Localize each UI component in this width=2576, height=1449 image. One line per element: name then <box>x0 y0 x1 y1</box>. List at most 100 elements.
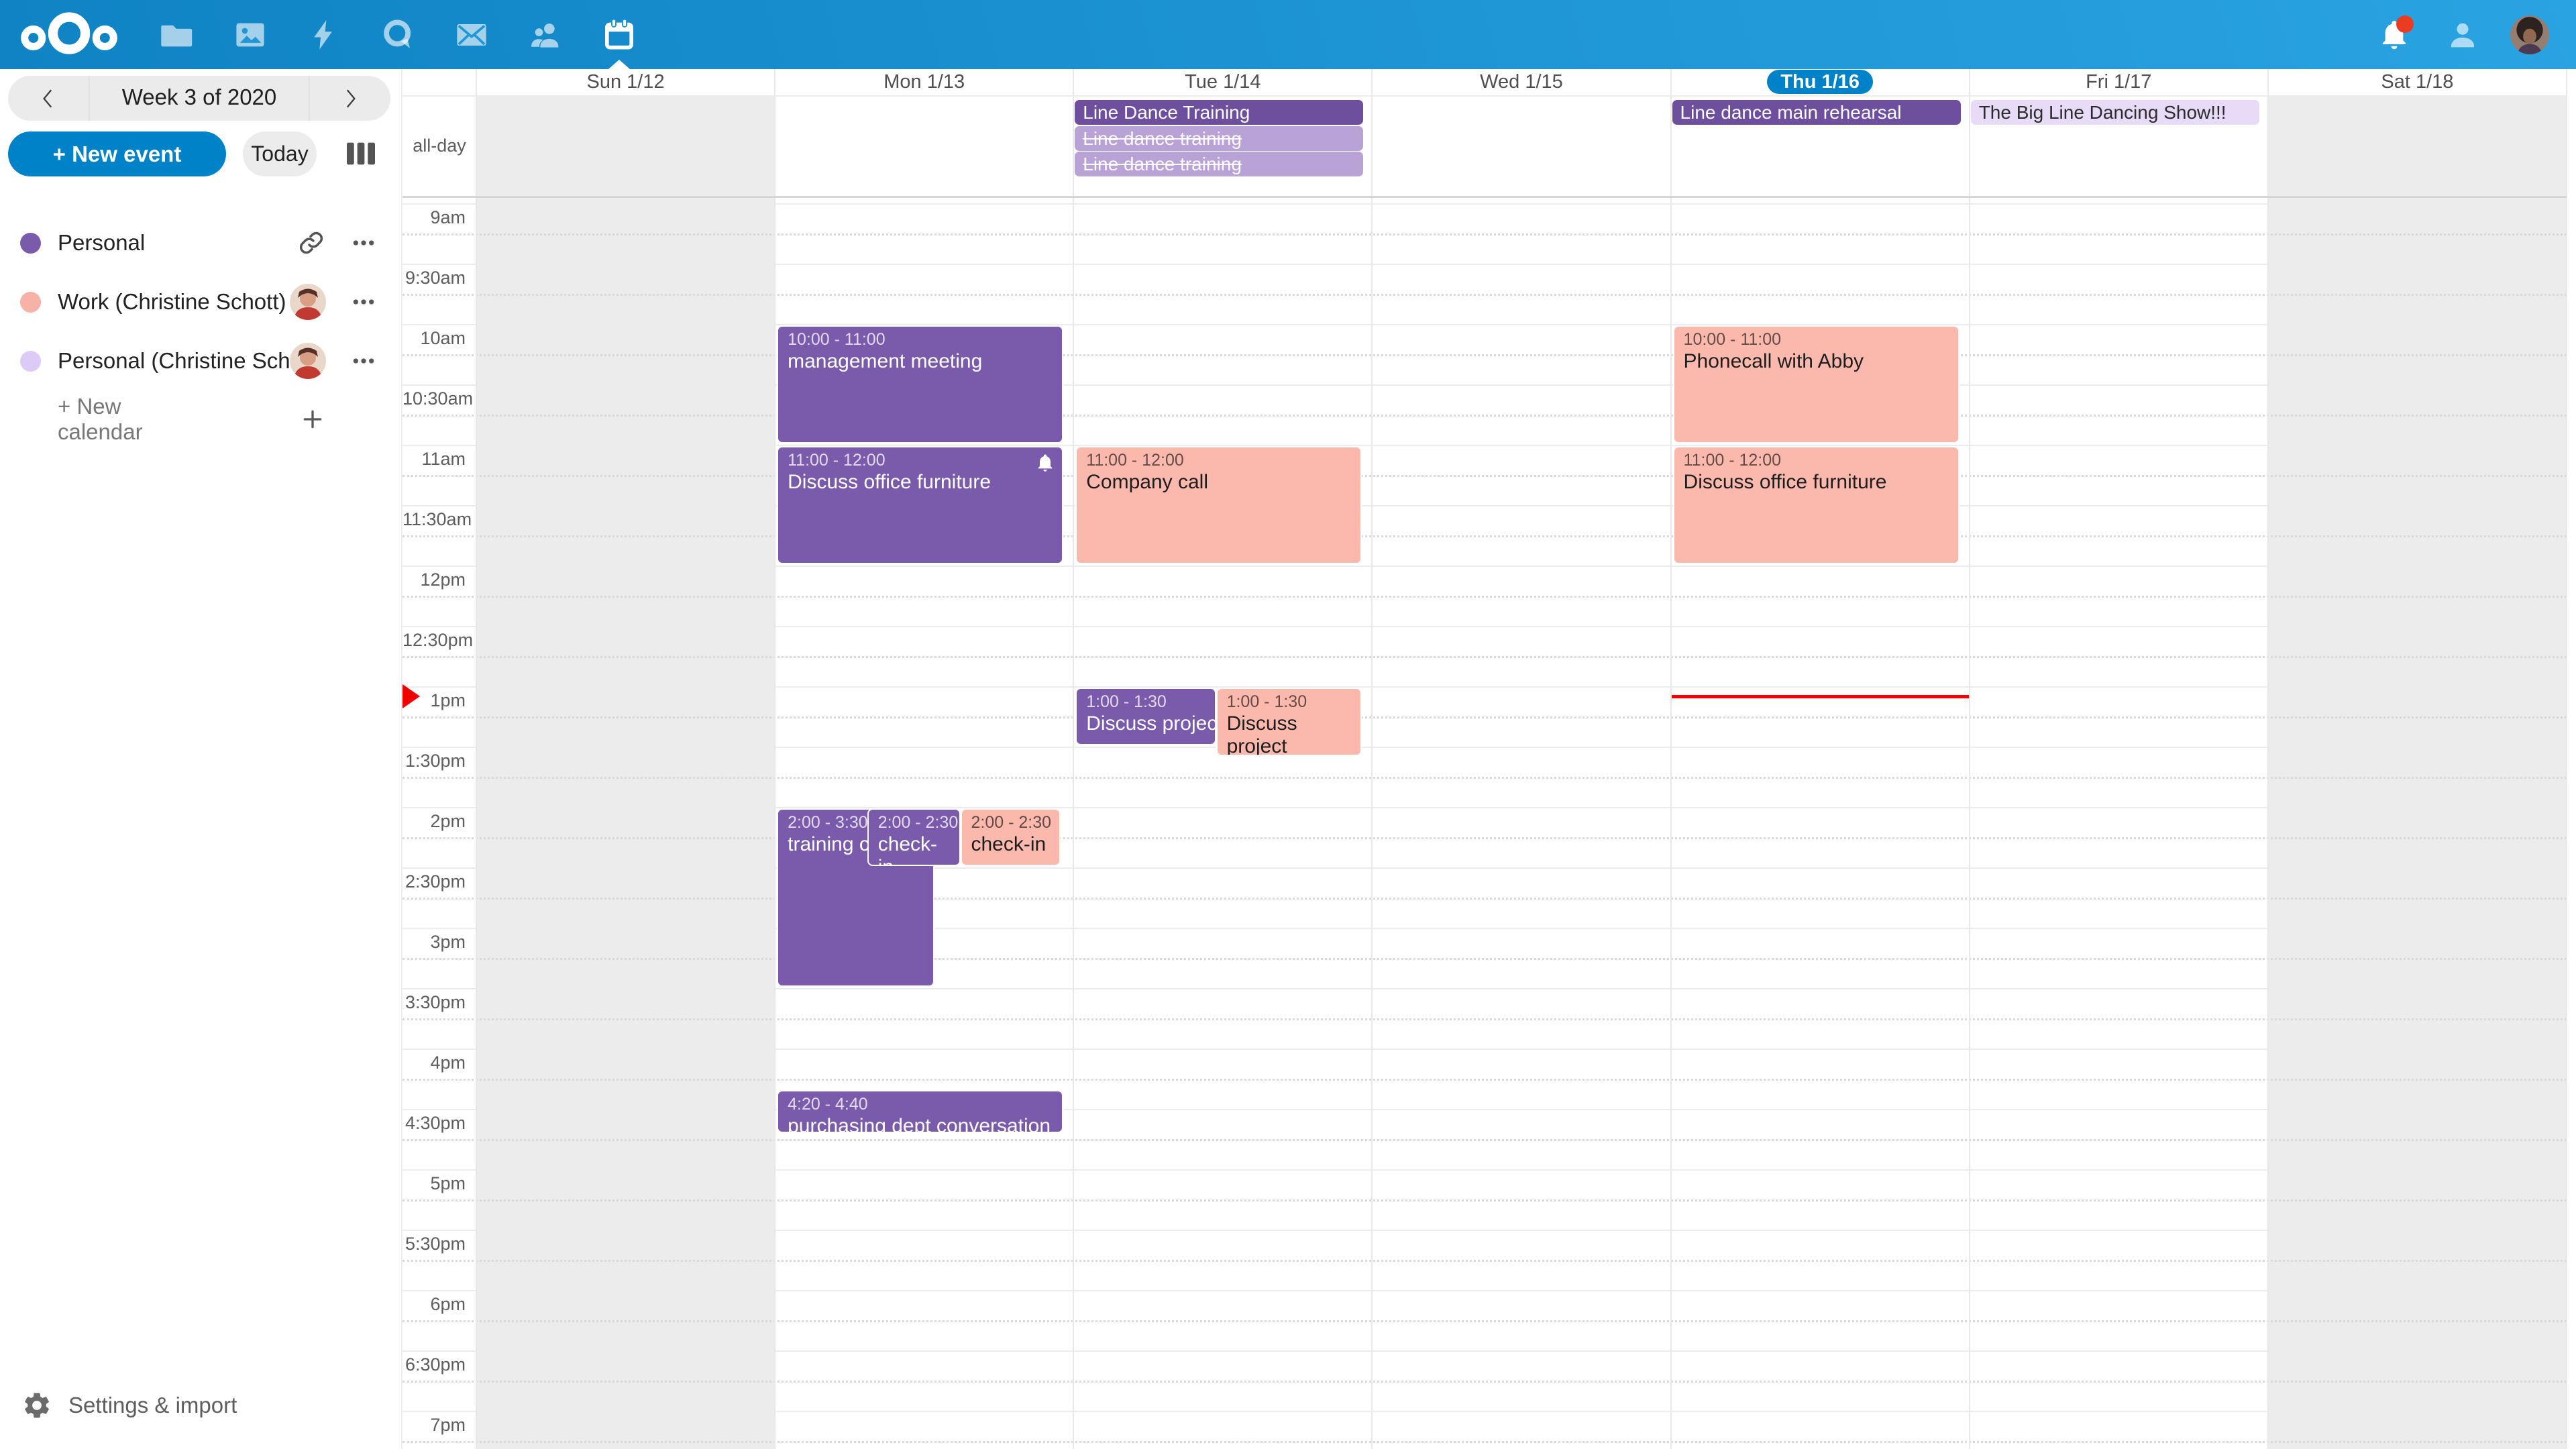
allday-border <box>402 196 2567 198</box>
sidebar: Week 3 of 2020 + New event Today Persona… <box>0 69 402 1449</box>
event[interactable]: 1:00 - 1:30Discuss project announcement <box>1216 688 1362 756</box>
calendar-item-0[interactable]: Personal <box>0 213 402 272</box>
notifications-bell-icon[interactable] <box>2373 14 2415 56</box>
hour-line <box>402 324 2567 325</box>
previous-week-button[interactable] <box>8 76 89 121</box>
calendar-item-2[interactable]: Personal (Christine Scho… <box>0 331 402 390</box>
nav-app-calendar-icon[interactable] <box>582 0 656 69</box>
hour-line <box>402 1049 2567 1050</box>
contacts-menu-icon[interactable] <box>2442 14 2483 56</box>
day-header-mon: Mon 1/13 <box>775 69 1073 95</box>
column-border <box>476 69 477 1449</box>
half-hour-line <box>402 1018 2567 1020</box>
hour-line <box>402 1230 2567 1231</box>
calendar-name: Personal (Christine Scho… <box>58 348 290 374</box>
time-label: 5:30pm <box>402 1234 466 1254</box>
allday-label: all-day <box>402 95 476 196</box>
calendar-color-dot <box>20 292 41 313</box>
new-event-button[interactable]: + New event <box>8 131 226 176</box>
week-navigation: Week 3 of 2020 <box>8 76 390 121</box>
event-time: 2:00 - 2:30 <box>878 812 950 833</box>
half-hour-line <box>402 1320 2567 1322</box>
share-link-icon[interactable] <box>297 228 326 258</box>
more-menu-icon[interactable] <box>349 287 378 317</box>
event-title: Discuss project announcement <box>1227 712 1352 756</box>
hour-line <box>402 686 2567 688</box>
allday-event[interactable]: Line dance training <box>1075 126 1363 151</box>
column-border <box>774 69 775 1449</box>
half-hour-line <box>402 475 2567 477</box>
active-app-caret <box>608 60 630 69</box>
app-menu <box>140 0 656 69</box>
event[interactable]: 2:00 - 2:30check-in <box>961 808 1061 866</box>
next-week-button[interactable] <box>310 76 390 121</box>
time-label: 6pm <box>402 1294 466 1315</box>
event[interactable]: 10:00 - 11:00Phonecall with Abby <box>1673 325 1960 443</box>
column-border <box>1371 69 1373 1449</box>
calendar-item-1[interactable]: Work (Christine Schott) <box>0 272 402 331</box>
more-menu-icon[interactable] <box>349 228 378 258</box>
new-calendar-label: + New calendar <box>58 394 189 445</box>
today-button[interactable]: Today <box>243 131 317 176</box>
calendar-item-actions <box>290 343 378 379</box>
half-hour-line <box>402 596 2567 598</box>
half-hour-line <box>402 294 2567 296</box>
allday-event[interactable]: Line dance main rehearsal <box>1672 100 1961 125</box>
allday-event[interactable]: The Big Line Dancing Show!!! <box>1971 100 2259 125</box>
hour-line <box>402 747 2567 748</box>
allday-event[interactable]: Line dance training <box>1075 152 1363 176</box>
new-calendar-button[interactable]: + New calendar <box>0 390 402 449</box>
settings-import-button[interactable]: Settings & import <box>0 1382 402 1429</box>
time-label: 12:30pm <box>402 630 466 651</box>
time-label: 4:30pm <box>402 1113 466 1134</box>
calendar-name: Personal <box>58 230 297 256</box>
nav-app-mail-icon[interactable] <box>435 0 508 69</box>
view-switcher-button[interactable] <box>333 134 389 174</box>
more-menu-icon[interactable] <box>349 346 378 376</box>
half-hour-line <box>402 1139 2567 1141</box>
nextcloud-logo-icon[interactable] <box>19 11 119 58</box>
event[interactable]: 11:00 - 12:00Discuss office furniture <box>1673 446 1960 564</box>
event-title: check-in <box>971 833 1050 856</box>
day-header-sat: Sat 1/18 <box>2268 69 2567 95</box>
time-label: 10am <box>402 328 466 349</box>
user-avatar[interactable] <box>2510 15 2549 54</box>
half-hour-line <box>402 415 2567 417</box>
current-time-line <box>1671 695 1970 698</box>
calendar-item-actions <box>290 284 378 320</box>
event-title: Discuss project announcement <box>1086 712 1205 735</box>
event[interactable]: 11:00 - 12:00Discuss office furniture <box>777 446 1063 564</box>
nav-app-talk-icon[interactable] <box>361 0 435 69</box>
day-header-fri: Fri 1/17 <box>1970 69 2268 95</box>
event[interactable]: 11:00 - 12:00Company call <box>1075 446 1362 564</box>
event-time: 11:00 - 12:00 <box>1684 450 1949 471</box>
current-time-arrow <box>402 684 420 708</box>
hour-line <box>402 445 2567 446</box>
half-hour-line <box>402 777 2567 779</box>
time-label: 4pm <box>402 1053 466 1073</box>
time-label: 3:30pm <box>402 992 466 1013</box>
time-label: 9:30am <box>402 268 466 288</box>
hour-line <box>402 1350 2567 1352</box>
event-time: 11:00 - 12:00 <box>1086 450 1351 471</box>
event[interactable]: 2:00 - 2:30check-in <box>867 808 961 866</box>
hour-line <box>402 566 2567 567</box>
header-border <box>402 95 2567 97</box>
nav-app-contacts-icon[interactable] <box>508 0 582 69</box>
allday-event[interactable]: Line Dance Training <box>1075 100 1363 125</box>
nav-app-activity-icon[interactable] <box>287 0 361 69</box>
hour-line <box>402 1109 2567 1110</box>
event-time: 2:00 - 2:30 <box>971 812 1050 833</box>
hour-line <box>402 264 2567 265</box>
event[interactable]: 1:00 - 1:30Discuss project announcement <box>1075 688 1216 745</box>
nav-app-files-icon[interactable] <box>140 0 213 69</box>
event[interactable]: 10:00 - 11:00management meeting <box>777 325 1063 443</box>
plus-icon <box>247 405 378 434</box>
week-label[interactable]: Week 3 of 2020 <box>89 76 310 121</box>
event[interactable]: 4:20 - 4:40purchasing dept conversation <box>777 1090 1063 1133</box>
calendar-week-view: Sun 1/12Mon 1/13Tue 1/14Wed 1/15Thu 1/16… <box>402 69 2576 1449</box>
hour-line <box>402 1290 2567 1291</box>
nav-app-photos-icon[interactable] <box>213 0 287 69</box>
event-title: Company call <box>1086 471 1351 494</box>
half-hour-line <box>402 535 2567 537</box>
